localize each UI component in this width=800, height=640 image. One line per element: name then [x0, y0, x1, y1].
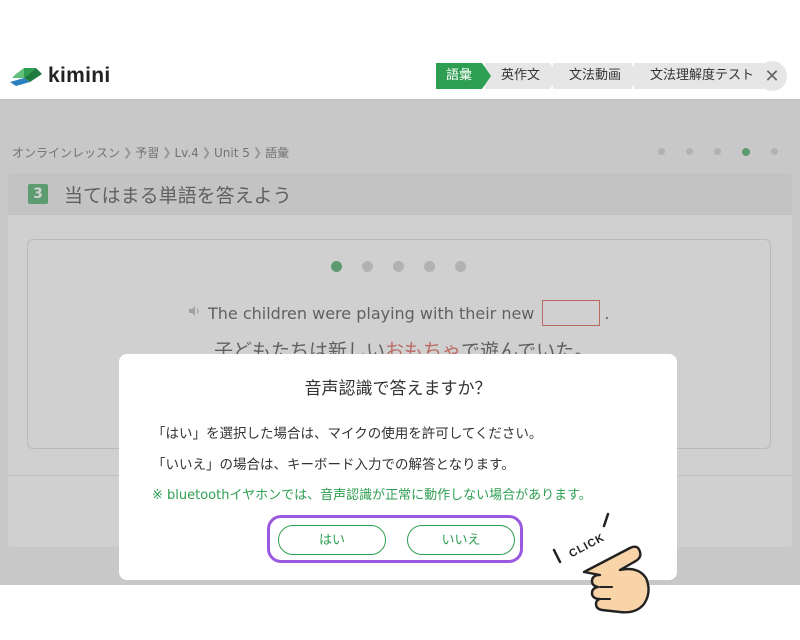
dialog-text-yes: 「はい」を選択した場合は、マイクの使用を許可してください。 — [152, 426, 543, 442]
dialog-title: 音声認識で答えますか？ — [304, 379, 492, 399]
no-button[interactable]: いいえ — [407, 525, 515, 555]
pointing-hand-icon: CLICK — [552, 512, 650, 614]
lesson-steps: 語彙 英作文 文法動画 文法理解度テスト — [436, 63, 767, 89]
dialog-button-group: はい いいえ — [267, 515, 523, 563]
dialog-text-no: 「いいえ」の場合は、キーボード入力での解答となります。 — [152, 457, 515, 473]
step-vocabulary[interactable]: 語彙 — [436, 63, 492, 89]
kimini-logo-icon — [10, 68, 42, 86]
kimini-logo[interactable]: kimini — [10, 64, 110, 88]
yes-button[interactable]: はい — [278, 525, 386, 555]
close-icon: ✕ — [764, 65, 780, 87]
click-label: CLICK — [567, 532, 607, 561]
dialog-bluetooth-note: ※ bluetoothイヤホンでは、音声認識が正常に動作しない場合があります。 — [152, 488, 592, 503]
step-composition[interactable]: 英作文 — [485, 63, 560, 89]
step-grammar-test[interactable]: 文法理解度テスト — [634, 63, 765, 89]
close-button[interactable]: ✕ — [757, 61, 787, 91]
step-grammar-video[interactable]: 文法動画 — [553, 63, 641, 89]
logo-text: kimini — [48, 64, 111, 87]
top-bar: kimini 語彙 英作文 文法動画 文法理解度テスト ✕ — [0, 53, 800, 99]
